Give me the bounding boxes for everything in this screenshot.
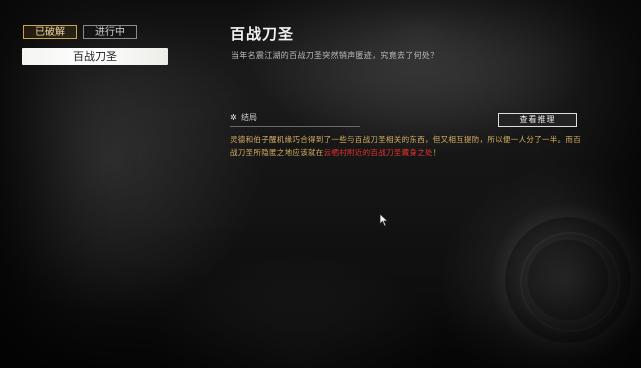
ending-section-header: ✲ 结局	[230, 112, 360, 127]
ending-text-end: ！	[432, 148, 441, 157]
list-item[interactable]: 百战刀圣	[22, 48, 168, 65]
arrow-cursor-icon	[379, 213, 389, 227]
tab-ongoing[interactable]: 进行中	[83, 25, 137, 39]
view-deduction-button[interactable]: 查看推理	[498, 113, 577, 127]
case-description: 当年名震江湖的百战刀圣突然销声匿迹，究竟去了何处？	[231, 51, 439, 60]
ending-text: 灵德和伯子醒机缘巧合得到了一些与百战刀圣相关的东西，但又相互提防，所以便一人分了…	[230, 133, 585, 159]
decorative-disc-ring	[520, 232, 620, 332]
ending-section-label: 结局	[241, 113, 257, 122]
tab-solved[interactable]: 已破解	[23, 25, 77, 39]
ending-text-highlight: 云栖村附近的百战刀圣藏身之处	[323, 148, 433, 157]
asterisk-icon: ✲	[230, 113, 237, 122]
case-title: 百战刀圣	[230, 25, 295, 43]
